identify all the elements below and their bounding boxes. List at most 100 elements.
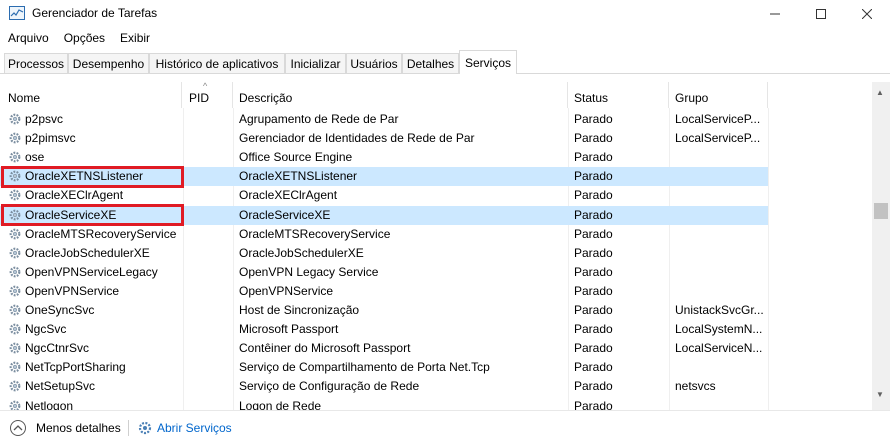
service-name: OracleMTSRecoveryService [25,226,177,241]
close-icon [862,9,872,19]
tab-historico[interactable]: Histórico de aplicativos [149,53,285,73]
service-name: OracleXEClrAgent [25,188,124,203]
maximize-button[interactable] [798,0,844,28]
service-status: Parado [574,322,613,337]
service-name: NetTcpPortSharing [25,360,126,375]
table-row[interactable]: OracleJobSchedulerXE OracleJobSchedulerXE… [0,244,872,263]
service-status: Parado [574,150,613,165]
table-row[interactable]: OpenVPNService OpenVPNService Parado [0,282,872,301]
service-description: OracleXETNSListener [239,169,358,184]
scroll-down-icon[interactable]: ▼ [876,390,884,399]
scrollbar-thumb[interactable] [874,203,888,219]
table-row[interactable]: p2pimsvc Gerenciador de Identidades de Re… [0,129,872,148]
footer-bar: Menos detalhes Abrir Serviços [0,410,890,444]
close-button[interactable] [844,0,890,28]
service-status: Parado [574,303,613,317]
service-description: Serviço de Configuração de Rede [239,379,420,394]
vertical-scrollbar[interactable]: ▲ ▼ [872,82,890,410]
service-gear-icon [8,227,22,241]
table-row[interactable]: p2psvc Agrupamento de Rede de Par Parado Lo… [0,110,872,129]
chevron-up-icon[interactable] [10,420,26,436]
service-status: Parado [574,283,613,298]
service-status: Parado [574,226,613,241]
table-row[interactable]: OracleMTSRecoveryService OracleMTSRecover… [0,225,872,244]
menu-exibir[interactable]: Exibir [112,28,157,50]
column-header-group[interactable]: Grupo [669,82,768,108]
service-status: Parado [574,188,613,203]
table-row[interactable]: NetSetupSvc Serviço de Configuração de Re… [0,377,872,396]
service-group: LocalSystemN... [675,322,763,337]
tab-processos[interactable]: Processos [4,53,68,73]
service-status: Parado [574,398,613,411]
column-header-description[interactable]: Descrição [233,82,568,108]
table-row[interactable]: Netlogon Logon de Rede Parado [0,397,872,411]
service-gear-icon [8,284,22,298]
service-status: Parado [574,379,613,394]
table-row[interactable]: OneSyncSvc Host de Sincronização Parado Uni… [0,301,872,320]
service-description: Host de Sincronização [239,303,360,317]
service-status: Parado [574,207,613,222]
open-services-link[interactable]: Abrir Serviços [157,421,232,435]
service-name: Netlogon [25,398,74,411]
service-gear-icon [8,150,22,164]
service-description: OracleJobSchedulerXE [239,245,364,260]
menu-opcoes[interactable]: Opções [56,28,112,50]
task-manager-icon [9,6,25,20]
service-status: Parado [574,112,613,126]
service-description: Serviço de Compartilhamento de Porta Net… [239,360,490,375]
service-gear-icon [8,341,22,355]
minimize-icon [770,13,780,15]
service-gear-icon [8,265,22,279]
tab-usuarios[interactable]: Usuários [346,53,402,73]
service-gear-icon [8,246,22,260]
tab-strip: Processos Desempenho Histórico de aplica… [0,50,890,74]
service-status: Parado [574,169,613,184]
table-row[interactable]: NgcSvc Microsoft Passport Parado LocalSyste… [0,320,872,339]
service-name: p2psvc [25,112,64,126]
window-title: Gerenciador de Tarefas [32,6,158,20]
service-name: OpenVPNServiceLegacy [25,264,158,279]
column-header-name[interactable]: Nome [2,82,182,108]
service-group: LocalServiceN... [675,341,763,356]
tab-detalhes[interactable]: Detalhes [402,53,459,73]
service-description: Logon de Rede [239,398,322,411]
service-gear-icon [8,112,22,126]
tab-desempenho[interactable]: Desempenho [68,53,149,73]
service-status: Parado [574,264,613,279]
column-header-status[interactable]: Status [568,82,669,108]
service-name: NetSetupSvc [25,379,96,394]
tab-servicos[interactable]: Serviços [459,50,517,74]
scroll-up-icon[interactable]: ▲ [876,88,884,97]
less-details-button[interactable]: Menos detalhes [36,421,121,435]
tab-inicializar[interactable]: Inicializar [285,53,346,73]
service-status: Parado [574,341,613,356]
menu-bar: Arquivo Opções Exibir [0,28,157,50]
table-row[interactable]: NetTcpPortSharing Serviço de Compartilham… [0,358,872,377]
service-name: ose [25,150,45,165]
service-description: OpenVPN Legacy Service [239,264,379,279]
menu-arquivo[interactable]: Arquivo [0,28,56,50]
maximize-icon [816,9,826,19]
service-group: LocalServiceP... [675,112,761,126]
sort-ascending-icon: ^ [203,82,208,91]
table-row[interactable]: OpenVPNServiceLegacy OpenVPN Legacy Servi… [0,263,872,282]
service-description: OpenVPNService [239,283,334,298]
service-group: LocalServiceP... [675,131,761,146]
column-header-pid[interactable]: PID [183,82,233,108]
services-gear-icon[interactable] [137,420,153,436]
service-gear-icon [8,360,22,374]
service-name: p2pimsvc [25,131,76,146]
table-row[interactable]: ose Office Source Engine Parado [0,148,872,167]
table-header: Nome PID ^ Descrição Status Grupo [0,82,872,108]
annotation-highlight-oraclexetnslistener [1,166,184,188]
annotation-highlight-oracleservicexe [1,204,184,226]
minimize-button[interactable] [752,0,798,28]
table-row[interactable]: NgcCtnrSvc Contêiner do Microsoft Passpor… [0,339,872,358]
service-description: OracleXEClrAgent [239,188,338,203]
service-status: Parado [574,131,613,146]
service-description: OracleMTSRecoveryService [239,226,391,241]
service-name: NgcSvc [25,322,67,337]
service-gear-icon [8,379,22,393]
service-status: Parado [574,245,613,260]
table-row[interactable]: OracleXEClrAgent OracleXEClrAgent Parado [0,186,872,205]
